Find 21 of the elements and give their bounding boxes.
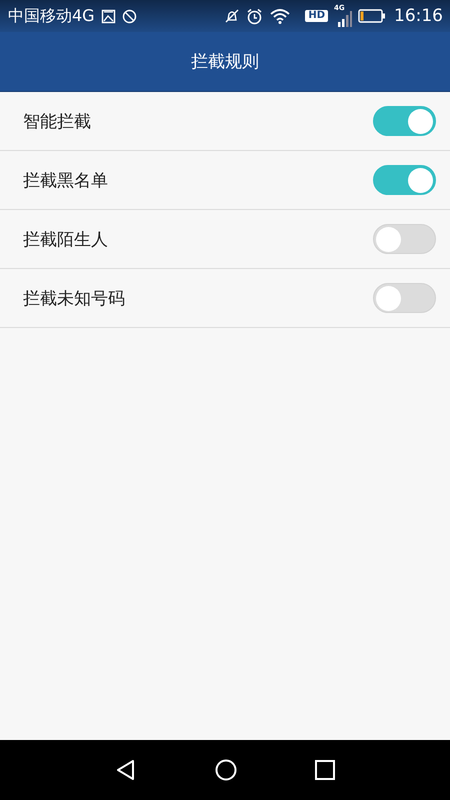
clock-time: 16:16 [394, 6, 443, 26]
toggle-switch[interactable] [373, 224, 436, 254]
page-title: 拦截规则 [191, 51, 259, 73]
blocked-icon [122, 8, 137, 24]
image-icon [100, 8, 116, 24]
recent-apps-icon[interactable] [314, 759, 336, 781]
toggle-switch[interactable] [373, 106, 436, 136]
wifi-icon [269, 8, 292, 24]
signal-icon [338, 11, 352, 27]
setting-label: 拦截未知号码 [23, 288, 125, 310]
toggle-switch[interactable] [373, 165, 436, 195]
setting-label: 智能拦截 [23, 110, 91, 132]
setting-label: 拦截黑名单 [23, 170, 108, 192]
home-icon[interactable] [214, 758, 238, 782]
hd-badge: HD [305, 10, 328, 22]
mute-icon [224, 8, 240, 24]
alarm-icon [246, 8, 264, 24]
carrier-name: 中国移动4G [8, 6, 95, 26]
toggle-switch[interactable] [373, 283, 436, 313]
battery-icon [358, 9, 386, 23]
setting-label: 拦截陌生人 [23, 228, 108, 250]
